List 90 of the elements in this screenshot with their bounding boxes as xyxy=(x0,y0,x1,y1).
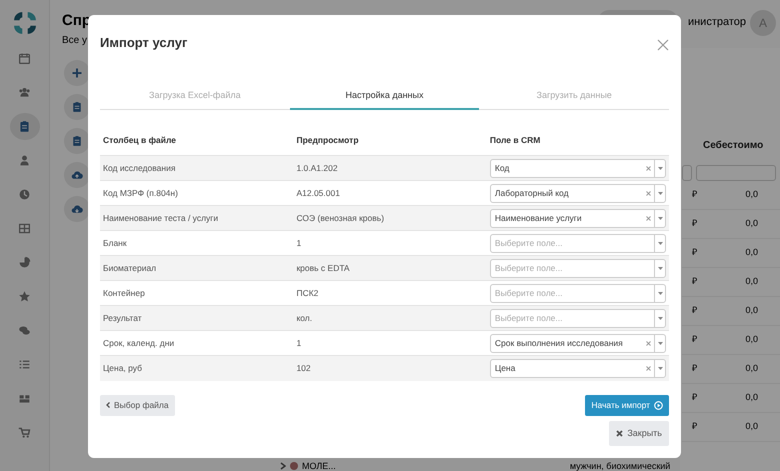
chat-icon xyxy=(18,324,31,337)
column-header: Столбец в файле xyxy=(100,130,294,156)
clipboard-icon xyxy=(71,135,83,147)
action-button[interactable] xyxy=(64,128,90,154)
table-cell: 1.0.A1.202 xyxy=(293,156,487,181)
table-cell: Цена, руб xyxy=(100,356,294,381)
filter-field[interactable] xyxy=(682,165,692,181)
clear-icon xyxy=(646,166,651,171)
table-cell: кровь с EDTA xyxy=(293,256,487,281)
chevron-icon xyxy=(280,462,286,470)
currency-sign: ₽ xyxy=(692,275,697,288)
caret-icon xyxy=(658,266,662,270)
select-field[interactable]: Цена xyxy=(490,359,666,378)
table-cell-text: 0,0 xyxy=(745,217,758,230)
table-cell: Код исследования xyxy=(100,156,294,181)
tab[interactable]: Настройка данных xyxy=(290,85,480,110)
table-cell: 102 xyxy=(293,356,487,381)
caret-icon xyxy=(658,316,662,320)
caret-icon xyxy=(658,166,662,170)
table-cell-text: 0,0 xyxy=(745,333,758,346)
pie-chart-icon xyxy=(18,256,31,269)
status-dot-icon xyxy=(290,462,298,470)
table-icon xyxy=(18,222,31,235)
caret-icon xyxy=(658,292,662,295)
start-import-button[interactable]: Начать импорт xyxy=(585,394,669,416)
currency-sign: ₽ xyxy=(692,217,697,230)
user-icon xyxy=(18,154,31,167)
users-icon xyxy=(18,86,31,99)
close-dialog-button[interactable]: Закрыть xyxy=(609,420,669,446)
table-cell: Результат xyxy=(100,306,294,331)
calendar-icon xyxy=(18,52,31,65)
table-cell: Наименование теста / услуги xyxy=(100,206,294,231)
table-cell-text: 0,0 xyxy=(745,246,758,260)
clock-icon xyxy=(18,188,31,201)
currency-sign: ₽ xyxy=(692,391,697,404)
clear-icon xyxy=(646,366,651,371)
action-button[interactable] xyxy=(64,196,90,222)
cloud-upload-icon xyxy=(71,169,83,181)
tag-label: МОЛЕ... xyxy=(302,461,336,471)
caret-icon xyxy=(658,367,662,370)
table-cell-text: 0,0 xyxy=(745,391,758,404)
star-icon xyxy=(18,290,31,303)
column-header: Предпросмотр xyxy=(293,130,487,156)
caret-icon xyxy=(658,242,662,245)
chevron-left-icon xyxy=(106,402,110,408)
currency-sign: ₽ xyxy=(692,333,697,346)
table-cell: СОЭ (венозная кровь) xyxy=(293,206,487,231)
table-cell: кол. xyxy=(293,306,487,331)
select-field[interactable]: Лабораторный код xyxy=(490,184,666,203)
table-cell-text: 0,0 xyxy=(745,362,758,376)
caret-icon xyxy=(658,216,662,220)
clear-icon xyxy=(646,216,651,221)
currency-sign: ₽ xyxy=(692,420,697,434)
back-button[interactable]: Выбор файла xyxy=(100,394,175,416)
cart-icon xyxy=(18,426,31,439)
currency-sign: ₽ xyxy=(692,304,697,318)
clipboard-icon xyxy=(71,101,83,113)
select-field[interactable]: Срок выполнения исследования xyxy=(490,334,666,353)
table-cell-text: 0,0 xyxy=(745,188,758,202)
action-button[interactable] xyxy=(64,60,90,86)
plus-icon xyxy=(71,67,83,79)
column-header: Себестоимо xyxy=(702,139,764,153)
currency-sign: ₽ xyxy=(692,188,697,202)
clear-icon xyxy=(646,190,651,196)
filter-field[interactable] xyxy=(696,165,776,181)
play-circle-icon xyxy=(654,400,663,410)
select-field[interactable]: Код xyxy=(490,158,666,178)
clipboard-icon xyxy=(18,120,31,133)
currency-sign: ₽ xyxy=(692,362,697,376)
list-icon xyxy=(18,358,31,371)
caret-icon xyxy=(658,342,662,345)
currency-sign: ₽ xyxy=(692,246,697,260)
close-icon xyxy=(657,38,669,51)
table-cell: мужчин, биохимический xyxy=(570,461,670,471)
action-button[interactable] xyxy=(64,162,90,188)
select-field[interactable]: Наименование услуги xyxy=(490,208,666,228)
table-cell: Биоматериал xyxy=(100,256,294,281)
column-header: Поле в CRM xyxy=(486,130,669,156)
table-cell-text: 0,0 xyxy=(745,304,758,318)
action-button[interactable] xyxy=(64,94,90,120)
page-subtitle: Все у xyxy=(62,34,88,48)
cloud-download-icon xyxy=(71,203,83,215)
table-cell-text: 0,0 xyxy=(745,275,758,288)
dialog-title: Импорт услуг xyxy=(100,34,188,52)
table-cell-text: 0,0 xyxy=(745,420,758,434)
clear-icon xyxy=(646,340,651,346)
x-icon xyxy=(616,430,624,437)
user-name[interactable]: инистратор xyxy=(688,14,746,30)
caret-icon xyxy=(658,192,662,195)
sidebar-item[interactable] xyxy=(10,113,40,140)
